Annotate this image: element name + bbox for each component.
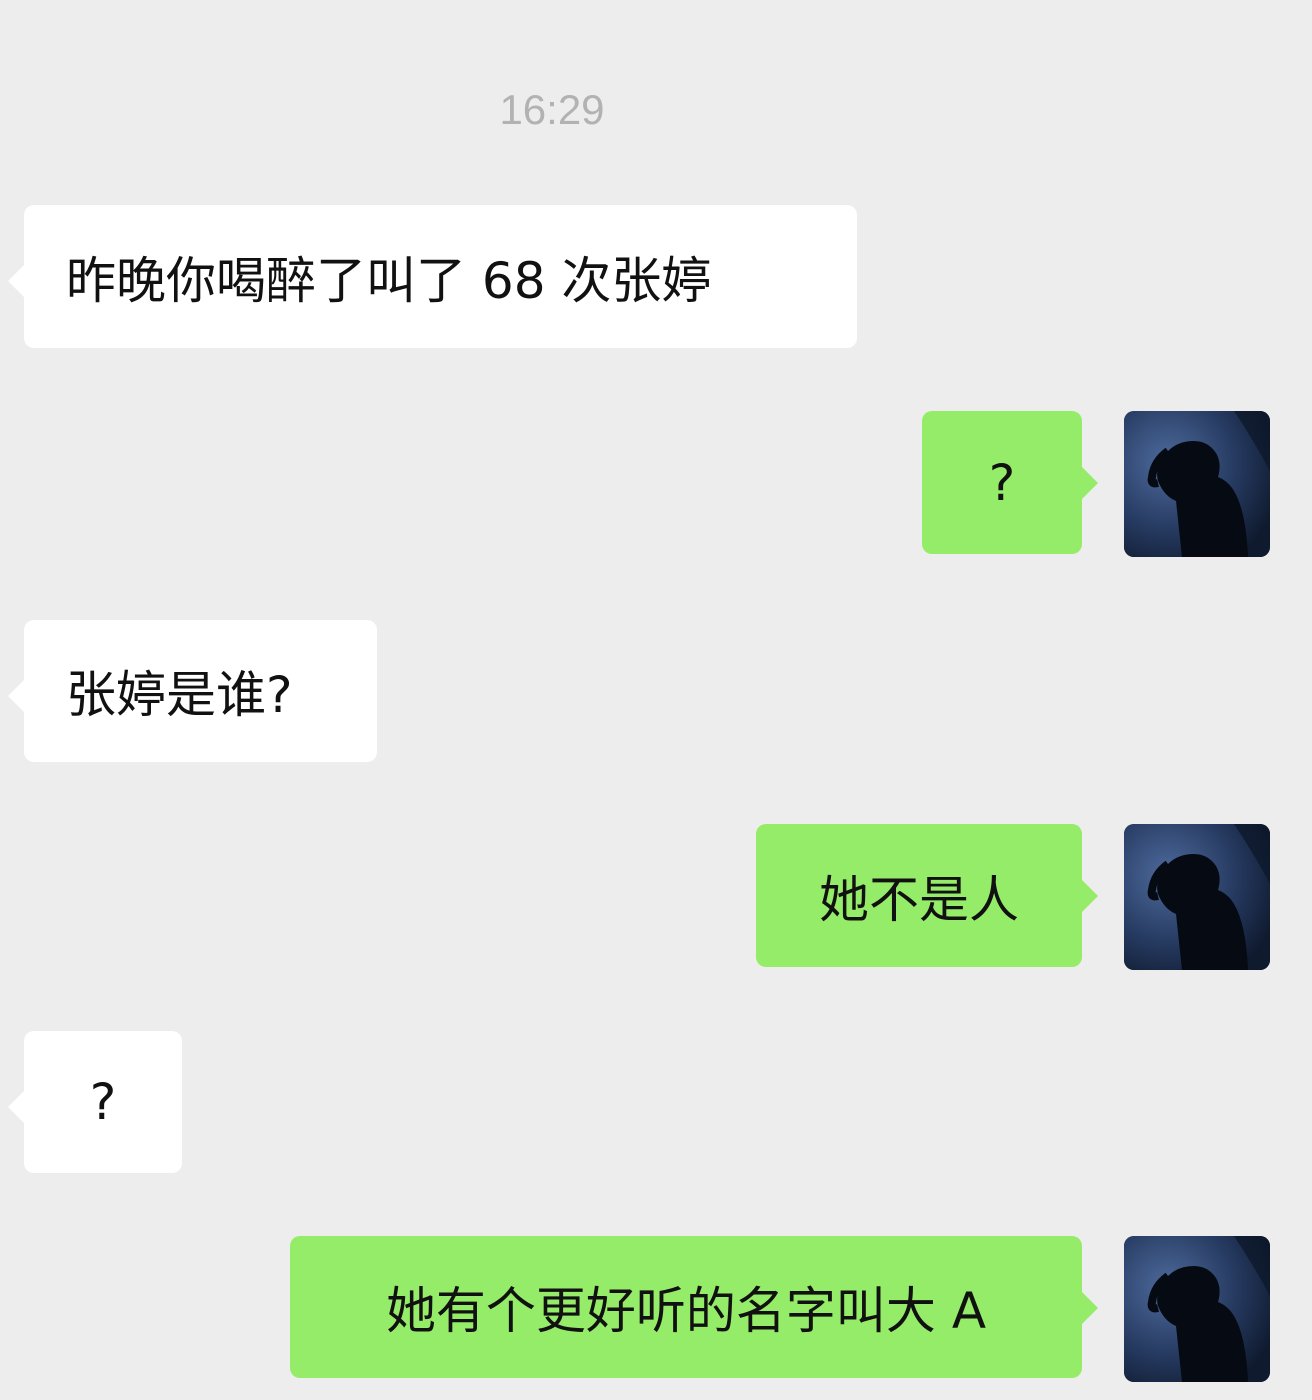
silhouette-avatar-icon	[1124, 824, 1270, 970]
silhouette-avatar-icon	[1124, 411, 1270, 557]
message-text: ?	[988, 453, 1016, 512]
outgoing-message-bubble[interactable]: ?	[922, 411, 1098, 554]
message-timestamp: 16:29	[499, 86, 605, 133]
message-text: 昨晚你喝醉了叫了 68 次张婷	[66, 251, 712, 310]
outgoing-message-bubble[interactable]: 她有个更好听的名字叫大 A	[290, 1236, 1098, 1378]
incoming-message-bubble[interactable]: ?	[8, 1031, 182, 1173]
message-text: 她不是人	[819, 870, 1019, 929]
incoming-message-bubble[interactable]: 张婷是谁?	[8, 620, 377, 762]
silhouette-avatar-icon	[1124, 1236, 1270, 1382]
avatar[interactable]	[1124, 411, 1270, 557]
message-text: ?	[89, 1073, 117, 1131]
outgoing-message-bubble[interactable]: 她不是人	[756, 824, 1098, 967]
incoming-message-bubble[interactable]: 昨晚你喝醉了叫了 68 次张婷	[8, 205, 857, 348]
avatar[interactable]	[1124, 1236, 1270, 1382]
message-text: 她有个更好听的名字叫大 A	[385, 1282, 987, 1340]
avatar[interactable]	[1124, 824, 1270, 970]
message-text: 张婷是谁?	[66, 666, 293, 724]
